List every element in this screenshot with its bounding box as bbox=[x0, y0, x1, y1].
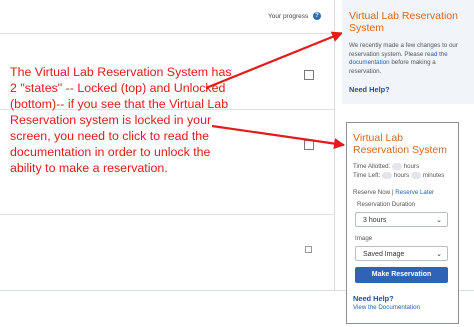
duration-select[interactable]: 3 hours ⌄ bbox=[355, 212, 448, 227]
locked-panel-message: We recently made a few changes to our re… bbox=[349, 42, 458, 75]
need-help-link[interactable]: Need Help? bbox=[349, 85, 390, 94]
chevron-down-icon: ⌄ bbox=[436, 217, 442, 224]
unlocked-panel-title: Virtual Lab Reservation System bbox=[353, 132, 447, 156]
locked-panel-title: Virtual Lab Reservation System bbox=[349, 10, 458, 34]
locked-reservation-panel: Virtual Lab Reservation System We recent… bbox=[342, 0, 474, 104]
reserve-tabs: Reserve Now | Reserve Later bbox=[353, 189, 435, 196]
arrow-to-unlocked-panel bbox=[211, 124, 346, 150]
minutes-value bbox=[410, 172, 421, 179]
time-allotted-row: Time Allotted: hours bbox=[353, 163, 420, 171]
time-left-row: Time Left: hours minutes bbox=[353, 172, 445, 180]
reserve-now-tab[interactable]: Reserve Now bbox=[353, 189, 390, 196]
need-help-link[interactable]: Need Help? bbox=[353, 294, 394, 303]
image-label: Image bbox=[355, 235, 373, 242]
make-reservation-button[interactable]: Make Reservation bbox=[355, 267, 448, 283]
chevron-down-icon: ⌄ bbox=[436, 251, 442, 258]
hours-value bbox=[392, 163, 402, 170]
image-select[interactable]: Saved Image ⌄ bbox=[355, 246, 448, 261]
duration-label: Reservation Duration bbox=[357, 201, 416, 208]
reserve-later-tab[interactable]: Reserve Later bbox=[395, 189, 434, 196]
arrow-to-locked-panel bbox=[205, 31, 344, 90]
hours-value bbox=[382, 172, 393, 179]
view-documentation-link[interactable]: View the Documentation bbox=[353, 304, 420, 313]
unlocked-reservation-panel: Virtual Lab Reservation System Time Allo… bbox=[346, 122, 459, 324]
